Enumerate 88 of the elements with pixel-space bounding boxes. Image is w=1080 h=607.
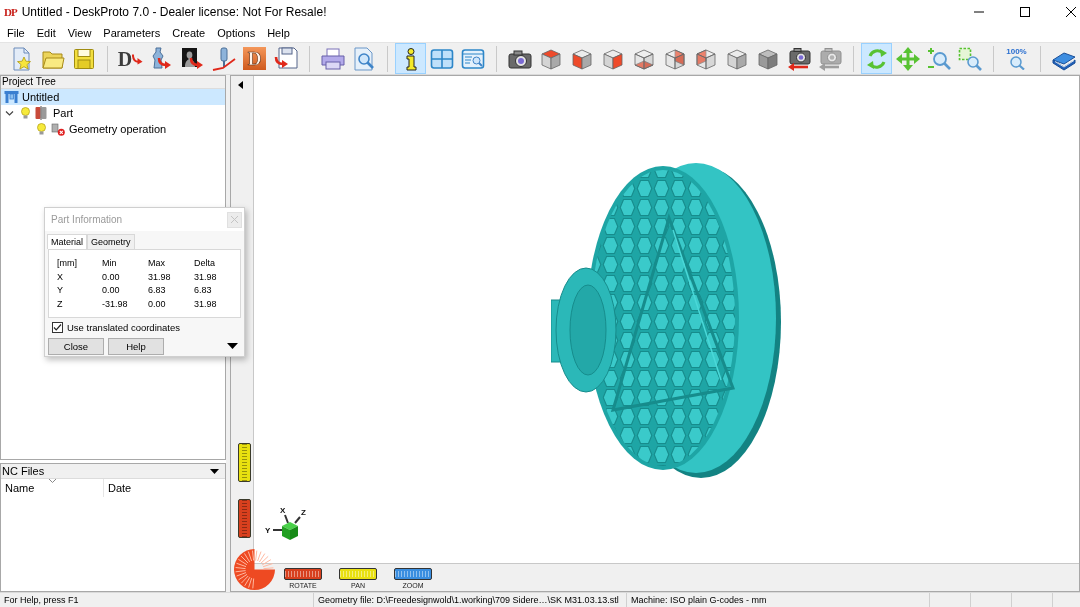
app-logo: DP [4,6,17,18]
axis-label: Y [265,526,271,535]
thumb-wheel[interactable] [238,443,251,482]
menu-item[interactable]: Edit [30,24,62,42]
menu-item[interactable]: Options [211,24,262,42]
sort-chevron-icon [49,479,56,483]
table-cell-text: 31.98 [194,297,218,311]
tab[interactable]: Geometry [87,234,135,249]
table-cell-text: Y [57,284,64,297]
thumb-wheel[interactable] [238,499,251,538]
close-icon [1066,7,1076,17]
checkbox[interactable] [52,322,63,333]
cube-left-icon [693,46,718,71]
window-magnifier-icon [460,46,485,71]
cube-back-icon [662,46,687,71]
tab[interactable]: Material [47,234,87,249]
dialog-button[interactable]: Close [48,337,104,355]
menu-item[interactable]: File [1,24,31,42]
curved-arrow-icon [132,52,144,65]
magnifier-icon [1008,56,1025,70]
import-button[interactable]: D [115,43,146,74]
camera-arrow-icon [817,46,842,71]
tree-item[interactable]: Part [1,105,225,121]
light-bulb-icon[interactable] [20,107,30,119]
thumb-wheel[interactable] [394,568,432,580]
rotate-dial[interactable] [234,549,275,590]
axis-label: Z [301,508,306,517]
menu-item[interactable]: Create [166,24,212,42]
camera-arrow-icon [786,46,811,71]
column-header: Min [102,257,118,270]
close-icon [231,216,238,223]
view-canvas[interactable]: X Z Y [253,76,1079,564]
move-arrows-icon [895,46,920,71]
status-text: Machine: ISO plain G-codes - mm [627,593,930,607]
table-cell-text: 31.98 [194,270,218,284]
table-cell-text: 6.83 [194,284,213,297]
axis-triad-icon [272,514,301,540]
cube-right-icon [600,46,625,71]
part-icon [35,106,47,120]
tree-item[interactable]: Geometry operation [1,121,225,137]
menu-item[interactable]: Help [261,24,296,42]
tree-item[interactable]: Untitled [1,89,225,105]
table-cell-text: 0.00 [102,284,121,297]
zoom-window-icon [957,46,982,71]
window-title: Untitled - DeskProto 7.0 - Dealer license: Not For Resale! [21,5,327,19]
table-cell-text: -31.98 [102,297,129,311]
cube-icon [724,46,749,71]
floppy-arrow-icon [273,46,298,71]
table-cell-text: 0.00 [148,297,167,311]
maximize-icon [1020,7,1030,17]
column-header: Delta [194,257,216,270]
light-bulb-icon[interactable] [36,123,46,135]
thumb-wheel[interactable] [284,568,322,580]
thumb-wheel[interactable] [339,568,377,580]
panel-title: Project Tree [2,76,56,88]
column-header: [mm] [57,257,78,270]
zoom-icon [926,46,951,71]
checkbox-label: Use translated coordinates [67,322,180,333]
table-cell-text: 6.83 [148,284,167,297]
info-button[interactable] [395,43,426,74]
chevron-down-icon[interactable] [4,109,14,117]
table-cell-text: 31.98 [148,270,172,284]
table-cell-text: 0.00 [102,270,121,284]
status-text: For Help, press F1 [0,593,314,607]
dialog-title: Part Information [51,214,123,225]
gantry-icon [4,90,19,104]
column-header: Max [148,257,166,270]
tool-path-icon [211,46,236,71]
cube-bottom-icon [631,46,656,71]
cube-top-icon [538,46,563,71]
expand-triangle-icon[interactable] [227,343,238,349]
page-magnifier-icon [351,46,376,71]
table-cell-text: X [57,270,64,284]
axis-label: X [280,506,286,515]
collapse-triangle-icon[interactable] [238,81,243,89]
printer-icon [320,46,345,71]
four-panes-icon [429,46,454,71]
cube-front-icon [569,46,594,71]
status-text: Geometry file: D:\Freedesignwold\1.working\709 Sidere…\SK M31.03.13.stl [314,593,627,607]
panel-title: NC Files [2,465,45,477]
table-cell-text: Z [57,297,64,311]
zoom-all-button[interactable]: 100% [1001,43,1032,74]
menu-item[interactable]: Parameters [97,24,167,42]
menu-item[interactable]: View [61,24,98,42]
dialog-button[interactable]: Help [108,337,164,355]
dropdown-triangle-icon[interactable] [210,468,219,474]
image-arrow-icon [180,46,205,71]
cube-icon [755,46,780,71]
